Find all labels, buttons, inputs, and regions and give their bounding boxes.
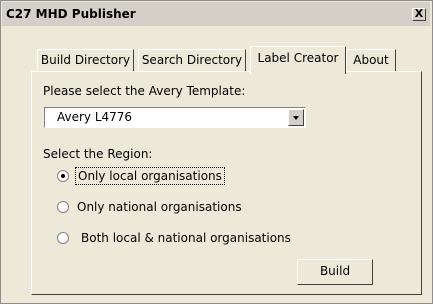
close-button[interactable]: X — [412, 8, 426, 21]
radio-label: Only local organisations — [75, 167, 225, 185]
template-prompt: Please select the Avery Template: — [43, 84, 246, 98]
tab-label: Label Creator — [257, 51, 339, 65]
tab-about[interactable]: About — [346, 49, 396, 71]
build-button[interactable]: Build — [297, 259, 373, 285]
app-window: C27 MHD Publisher X Build Directory Sear… — [0, 0, 433, 304]
tab-search-directory[interactable]: Search Directory — [138, 49, 246, 71]
window-title: C27 MHD Publisher — [6, 7, 136, 21]
tab-label: About — [353, 53, 389, 67]
avery-template-select[interactable]: Avery L4776 — [44, 107, 306, 128]
radio-button[interactable] — [57, 170, 69, 182]
tab-label-creator[interactable]: Label Creator — [250, 46, 346, 74]
region-prompt: Select the Region: — [43, 147, 153, 161]
radio-label: Both local & national organisations — [81, 231, 291, 245]
select-value: Avery L4776 — [57, 110, 133, 124]
close-icon: X — [414, 7, 424, 20]
chevron-down-icon[interactable] — [288, 109, 304, 126]
radio-button[interactable] — [57, 201, 69, 213]
tab-build-directory[interactable]: Build Directory — [37, 49, 134, 71]
title-bar: C27 MHD Publisher X — [2, 2, 430, 26]
tab-label: Search Directory — [141, 53, 243, 67]
radio-button[interactable] — [57, 232, 69, 244]
radio-label: Only national organisations — [77, 200, 242, 214]
tab-label: Build Directory — [40, 53, 131, 67]
